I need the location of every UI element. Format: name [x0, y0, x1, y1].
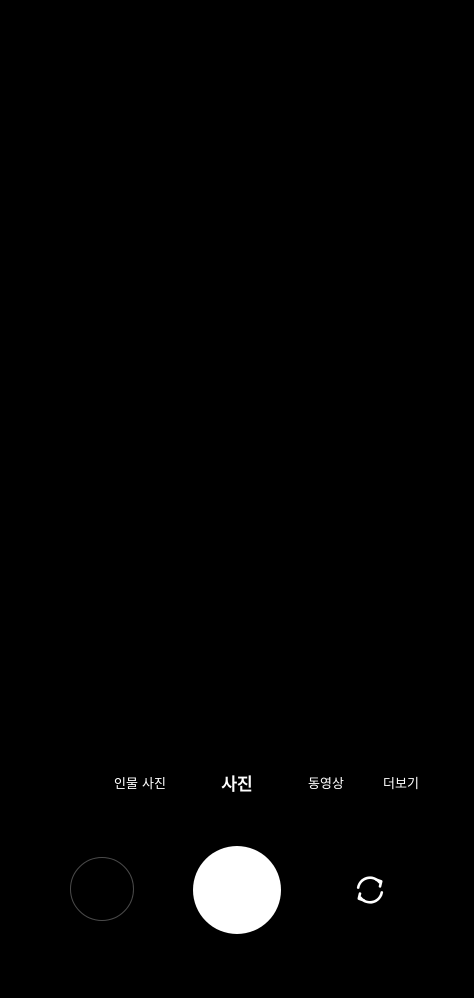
mode-more[interactable]: 더보기 [383, 770, 419, 800]
camera-viewfinder[interactable] [0, 0, 474, 750]
mode-photo[interactable]: 사진 [221, 770, 252, 800]
camera-screen: 인물 사진 사진 동영상 더보기 [0, 0, 474, 998]
mode-video[interactable]: 동영상 [308, 770, 344, 800]
mode-portrait[interactable]: 인물 사진 [114, 770, 166, 800]
gallery-thumbnail-button[interactable] [70, 857, 134, 921]
switch-camera-button[interactable] [352, 872, 388, 908]
switch-camera-icon [356, 876, 384, 904]
camera-mode-bar: 인물 사진 사진 동영상 더보기 [0, 770, 474, 800]
shutter-button[interactable] [193, 846, 281, 934]
camera-controls [0, 845, 474, 935]
